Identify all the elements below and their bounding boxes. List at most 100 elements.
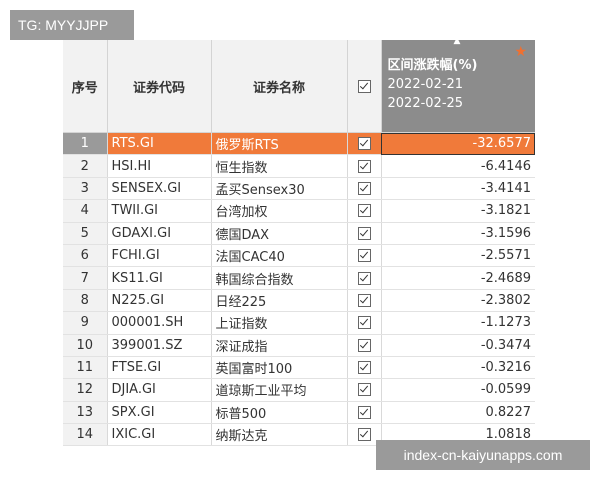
period-change[interactable]: -2.3802	[381, 289, 535, 313]
security-name[interactable]: 日经225	[211, 289, 348, 313]
period-change[interactable]: 0.8227	[381, 401, 535, 425]
checkbox-checked-icon[interactable]	[357, 338, 371, 352]
security-code[interactable]: FCHI.GI	[107, 244, 212, 268]
column-header-code[interactable]: 证券代码	[107, 40, 212, 133]
row-number[interactable]: 6	[63, 244, 108, 268]
row-number[interactable]: 12	[63, 378, 108, 402]
table-row[interactable]: 2 HSI.HI 恒生指数 -6.4146	[63, 154, 535, 178]
security-name[interactable]: 恒生指数	[211, 154, 348, 178]
security-code[interactable]: IXIC.GI	[107, 423, 212, 447]
security-code[interactable]: 399001.SZ	[107, 334, 212, 357]
table-row[interactable]: 12 DJIA.GI 道琼斯工业平均 -0.0599	[63, 378, 535, 402]
checkbox-checked-icon[interactable]	[357, 271, 371, 285]
checkbox-checked-icon[interactable]	[357, 383, 371, 397]
table-row[interactable]: 5 GDAXI.GI 德国DAX -3.1596	[63, 222, 535, 245]
security-name[interactable]: 深证成指	[211, 334, 348, 357]
security-code[interactable]: SPX.GI	[107, 401, 212, 425]
period-change[interactable]: -3.1596	[381, 222, 535, 245]
checkbox-checked-icon[interactable]	[357, 204, 371, 218]
security-code[interactable]: HSI.HI	[107, 154, 212, 178]
checkbox-checked-icon[interactable]	[357, 293, 371, 307]
row-number[interactable]: 10	[63, 334, 108, 357]
security-code[interactable]: SENSEX.GI	[107, 177, 212, 201]
column-header-name[interactable]: 证券名称	[211, 40, 348, 133]
period-change[interactable]: -2.4689	[381, 266, 535, 290]
table-row[interactable]: 3 SENSEX.GI 孟买Sensex30 -3.4141	[63, 177, 535, 201]
period-change[interactable]: -6.4146	[381, 154, 535, 178]
row-number[interactable]: 14	[63, 423, 108, 447]
checkbox-checked-icon[interactable]	[357, 361, 371, 375]
period-change[interactable]: -3.1821	[381, 199, 535, 223]
security-code[interactable]: KS11.GI	[107, 266, 212, 290]
checkbox-checked-icon[interactable]	[357, 159, 371, 173]
security-name[interactable]: 道琼斯工业平均	[211, 378, 348, 402]
row-checkbox[interactable]	[347, 334, 382, 357]
star-icon[interactable]: ★	[514, 44, 527, 60]
row-checkbox[interactable]	[347, 378, 382, 402]
select-all-checkbox-icon[interactable]	[357, 79, 371, 93]
row-checkbox[interactable]	[347, 311, 382, 335]
row-checkbox[interactable]	[347, 356, 382, 380]
security-code[interactable]: FTSE.GI	[107, 356, 212, 380]
table-row[interactable]: 6 FCHI.GI 法国CAC40 -2.5571	[63, 244, 535, 268]
row-checkbox[interactable]	[347, 154, 382, 178]
period-change[interactable]: -3.4141	[381, 177, 535, 201]
column-header-select[interactable]	[347, 40, 382, 133]
row-number[interactable]: 2	[63, 154, 108, 178]
table-row[interactable]: 1 RTS.GI 俄罗斯RTS -32.6577	[63, 132, 535, 156]
security-name[interactable]: 韩国综合指数	[211, 266, 348, 290]
row-number[interactable]: 11	[63, 356, 108, 380]
row-number[interactable]: 3	[63, 177, 108, 201]
checkbox-checked-icon[interactable]	[357, 316, 371, 330]
period-change[interactable]: -2.5571	[381, 244, 535, 268]
security-code[interactable]: N225.GI	[107, 289, 212, 313]
row-checkbox[interactable]	[347, 132, 382, 156]
row-number[interactable]: 7	[63, 266, 108, 290]
row-checkbox[interactable]	[347, 199, 382, 223]
column-header-no[interactable]: 序号	[63, 40, 108, 133]
row-checkbox[interactable]	[347, 177, 382, 201]
row-number[interactable]: 13	[63, 401, 108, 425]
period-change[interactable]: -0.3474	[381, 334, 535, 357]
column-header-change[interactable]: ▲ ★ 区间涨跌幅(%) 2022-02-21 2022-02-25	[381, 36, 535, 133]
checkbox-checked-icon[interactable]	[357, 226, 371, 240]
security-code[interactable]: 000001.SH	[107, 311, 212, 335]
security-code[interactable]: GDAXI.GI	[107, 222, 212, 245]
row-number[interactable]: 9	[63, 311, 108, 335]
security-name[interactable]: 俄罗斯RTS	[211, 132, 348, 156]
row-number[interactable]: 5	[63, 222, 108, 245]
security-name[interactable]: 上证指数	[211, 311, 348, 335]
table-row[interactable]: 9 000001.SH 上证指数 -1.1273	[63, 311, 535, 335]
security-name[interactable]: 德国DAX	[211, 222, 348, 245]
checkbox-checked-icon[interactable]	[357, 405, 371, 419]
period-change[interactable]: -0.0599	[381, 378, 535, 402]
security-name[interactable]: 台湾加权	[211, 199, 348, 223]
checkbox-checked-icon[interactable]	[357, 249, 371, 263]
table-row[interactable]: 13 SPX.GI 标普500 0.8227	[63, 401, 535, 425]
period-change[interactable]: -0.3216	[381, 356, 535, 380]
row-checkbox[interactable]	[347, 401, 382, 425]
table-row[interactable]: 11 FTSE.GI 英国富时100 -0.3216	[63, 356, 535, 380]
row-number[interactable]: 8	[63, 289, 108, 313]
security-name[interactable]: 法国CAC40	[211, 244, 348, 268]
period-change[interactable]: -32.6577	[381, 132, 535, 156]
checkbox-checked-icon[interactable]	[357, 181, 371, 195]
checkbox-checked-icon[interactable]	[357, 428, 371, 442]
table-row[interactable]: 10 399001.SZ 深证成指 -0.3474	[63, 334, 535, 357]
row-checkbox[interactable]	[347, 266, 382, 290]
security-name[interactable]: 孟买Sensex30	[211, 177, 348, 201]
row-checkbox[interactable]	[347, 244, 382, 268]
checkbox-checked-icon[interactable]	[357, 137, 371, 151]
security-name[interactable]: 英国富时100	[211, 356, 348, 380]
table-row[interactable]: 4 TWII.GI 台湾加权 -3.1821	[63, 199, 535, 223]
row-checkbox[interactable]	[347, 289, 382, 313]
security-name[interactable]: 纳斯达克	[211, 423, 348, 447]
row-number[interactable]: 4	[63, 199, 108, 223]
security-code[interactable]: TWII.GI	[107, 199, 212, 223]
security-name[interactable]: 标普500	[211, 401, 348, 425]
security-code[interactable]: RTS.GI	[107, 132, 212, 156]
table-row[interactable]: 7 KS11.GI 韩国综合指数 -2.4689	[63, 266, 535, 290]
security-code[interactable]: DJIA.GI	[107, 378, 212, 402]
table-row[interactable]: 8 N225.GI 日经225 -2.3802	[63, 289, 535, 313]
period-change[interactable]: -1.1273	[381, 311, 535, 335]
